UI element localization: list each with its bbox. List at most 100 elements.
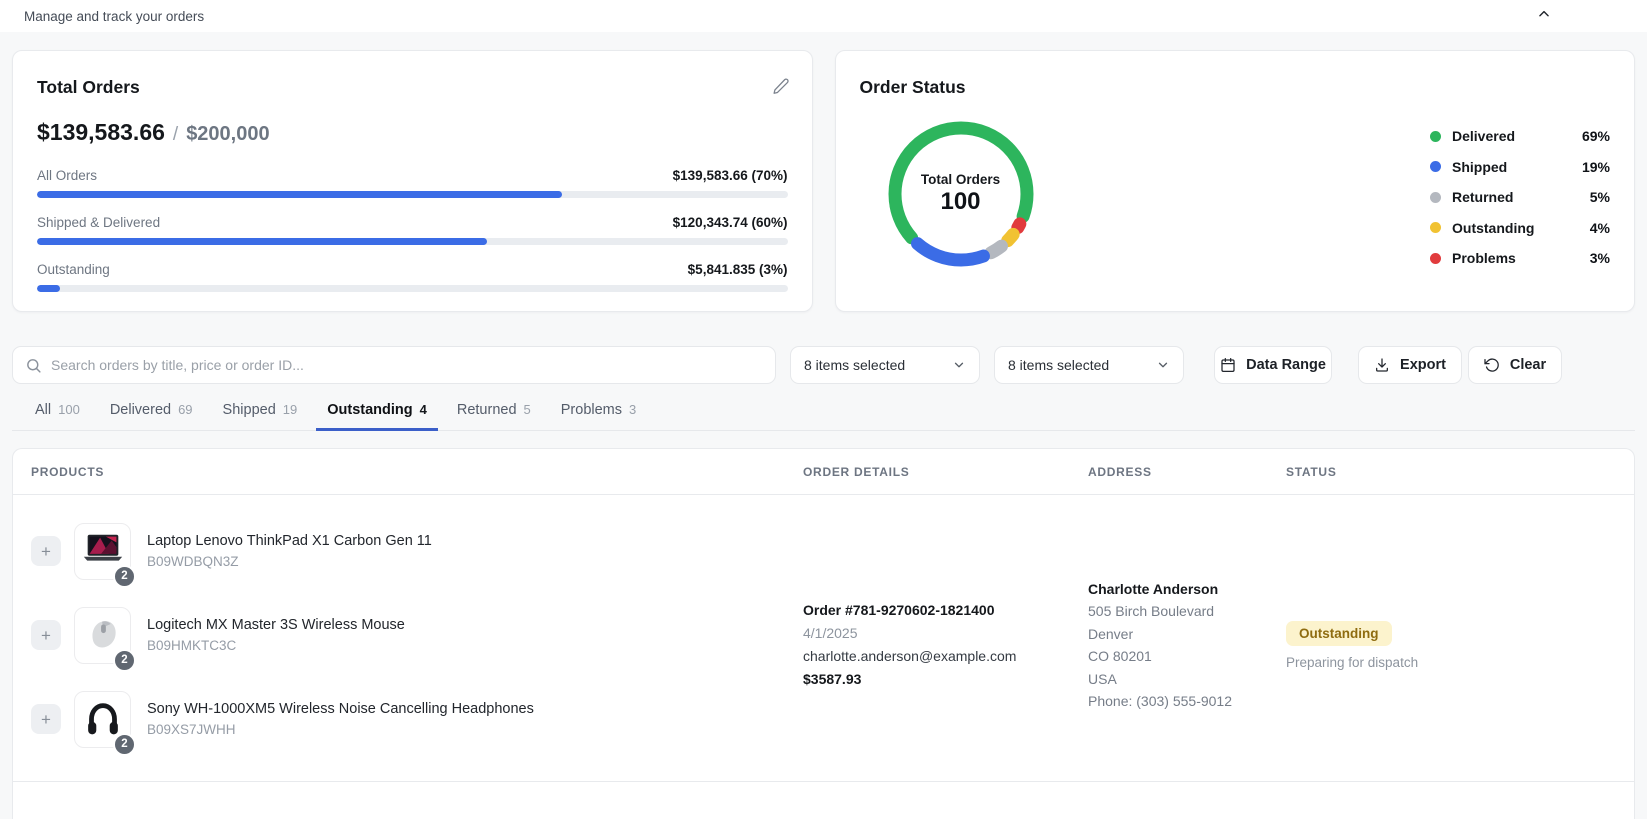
column-header-products: PRODUCTS (13, 465, 803, 479)
order-email: charlotte.anderson@example.com (803, 645, 1088, 668)
legend-value: 19% (1582, 159, 1610, 175)
legend-label: Shipped (1452, 159, 1582, 175)
legend-value: 3% (1590, 250, 1610, 266)
tab-outstanding[interactable]: Outstanding 4 (316, 400, 438, 431)
tab-count: 19 (283, 402, 297, 417)
chevron-up-icon (1537, 7, 1551, 21)
legend-label: Returned (1452, 189, 1590, 205)
legend-row-delivered: Delivered 69% (1430, 121, 1610, 152)
progress-fill (37, 285, 60, 292)
order-status-donut: Total Orders 100 (881, 114, 1041, 274)
progress-row-all-orders: All Orders $139,583.66 (70%) (37, 168, 788, 198)
legend-label: Delivered (1452, 128, 1582, 144)
legend-label: Outstanding (1452, 220, 1590, 236)
search-orders-box (12, 346, 776, 384)
clear-filters-button[interactable]: Clear (1468, 346, 1562, 384)
items-filter-dropdown-2[interactable]: 8 items selected (994, 346, 1184, 384)
tab-label: All (35, 402, 51, 418)
tab-problems[interactable]: Problems 3 (550, 400, 647, 431)
order-number: Order #781-9270602-1821400 (803, 599, 1088, 622)
page-header: Manage and track your orders (0, 0, 1647, 32)
legend-row-problems: Problems 3% (1430, 243, 1610, 274)
progress-track (37, 238, 788, 245)
legend-value: 4% (1590, 220, 1610, 236)
quantity-badge: 2 (113, 649, 136, 672)
dropdown-selected-value: 8 items selected (1008, 357, 1109, 373)
plus-icon: + (41, 543, 51, 560)
legend-dot-green (1430, 131, 1441, 142)
product-title: Logitech MX Master 3S Wireless Mouse (147, 617, 405, 633)
address-line1: 505 Birch Boulevard (1088, 600, 1286, 623)
amount-separator: / (173, 124, 178, 146)
address-city: Denver (1088, 623, 1286, 646)
items-filter-dropdown-1[interactable]: 8 items selected (790, 346, 980, 384)
tab-returned[interactable]: Returned 5 (446, 400, 542, 431)
calendar-icon (1220, 357, 1236, 373)
tab-all[interactable]: All 100 (24, 400, 91, 431)
progress-label: Shipped & Delivered (37, 215, 160, 230)
legend-dot-yellow (1430, 222, 1441, 233)
tab-count: 3 (629, 402, 636, 417)
collapse-panel-button[interactable] (1537, 7, 1551, 21)
tab-count: 5 (524, 402, 531, 417)
status-tabs: All 100 Delivered 69 Shipped 19 Outstand… (12, 400, 1635, 431)
order-status-title: Order Status (860, 77, 1611, 98)
expand-product-button[interactable]: + (31, 704, 61, 734)
product-title: Laptop Lenovo ThinkPad X1 Carbon Gen 11 (147, 533, 432, 549)
edit-target-button[interactable] (772, 77, 790, 95)
progress-label: All Orders (37, 168, 97, 183)
expand-product-button[interactable]: + (31, 536, 61, 566)
legend-row-shipped: Shipped 19% (1430, 152, 1610, 183)
donut-center: Total Orders 100 (881, 114, 1041, 274)
plus-icon: + (41, 711, 51, 728)
date-range-button[interactable]: Data Range (1214, 346, 1332, 384)
progress-value: $120,343.74 (60%) (673, 215, 788, 230)
orders-amount-row: $139,583.66 / $200,000 (37, 119, 788, 146)
tab-label: Shipped (223, 402, 276, 418)
progress-fill (37, 238, 487, 245)
expand-product-button[interactable]: + (31, 620, 61, 650)
tab-label: Returned (457, 402, 517, 418)
tab-label: Delivered (110, 402, 171, 418)
status-badge: Outstanding (1286, 621, 1392, 646)
progress-track (37, 191, 788, 198)
product-thumbnail: 2 (74, 691, 131, 748)
product-title: Sony WH-1000XM5 Wireless Noise Cancellin… (147, 701, 534, 717)
address-country: USA (1088, 668, 1286, 691)
product-item-headphones: + 2 Sony WH-1000XM5 Wireless Noise Cance… (13, 677, 803, 761)
pencil-icon (772, 77, 790, 95)
progress-row-shipped-delivered: Shipped & Delivered $120,343.74 (60%) (37, 215, 788, 245)
legend-value: 5% (1590, 189, 1610, 205)
status-cell: Outstanding Preparing for dispatch (1286, 621, 1634, 670)
order-status-card: Order Status Total Orders 100 Delivered … (835, 50, 1636, 312)
product-thumbnail: 2 (74, 607, 131, 664)
total-orders-title: Total Orders (37, 77, 788, 98)
order-status-legend: Delivered 69% Shipped 19% Returned 5% Ou… (1430, 121, 1610, 274)
tab-shipped[interactable]: Shipped 19 (212, 400, 309, 431)
plus-icon: + (41, 627, 51, 644)
progress-label: Outstanding (37, 262, 110, 277)
download-icon (1374, 357, 1390, 373)
tab-label: Problems (561, 402, 622, 418)
tab-delivered[interactable]: Delivered 69 (99, 400, 204, 431)
product-sku: B09HMKTC3C (147, 638, 405, 653)
product-item-laptop: + 2 Laptop Lenovo ThinkPad X1 Carbon Gen… (13, 509, 803, 593)
product-item-mouse: + 2 Logitech MX Master 3S Wireless Mouse… (13, 593, 803, 677)
rotate-ccw-icon (1484, 357, 1500, 373)
tab-count: 100 (58, 402, 80, 417)
export-button[interactable]: Export (1358, 346, 1462, 384)
order-total: $3587.93 (803, 668, 1088, 691)
date-range-label: Data Range (1246, 357, 1326, 373)
legend-value: 69% (1582, 128, 1610, 144)
order-details-cell: Order #781-9270602-1821400 4/1/2025 char… (803, 599, 1088, 691)
column-header-address: ADDRESS (1088, 465, 1286, 479)
customer-name: Charlotte Anderson (1088, 578, 1286, 601)
quantity-badge: 2 (113, 565, 136, 588)
total-orders-card: Total Orders $139,583.66 / $200,000 All … (12, 50, 813, 312)
table-row: + 2 Laptop Lenovo ThinkPad X1 Carbon Gen… (13, 495, 1634, 782)
search-input[interactable] (51, 357, 763, 373)
chevron-down-icon (1156, 358, 1170, 372)
progress-track (37, 285, 788, 292)
column-header-order-details: ORDER DETAILS (803, 465, 1088, 479)
quantity-badge: 2 (113, 733, 136, 756)
